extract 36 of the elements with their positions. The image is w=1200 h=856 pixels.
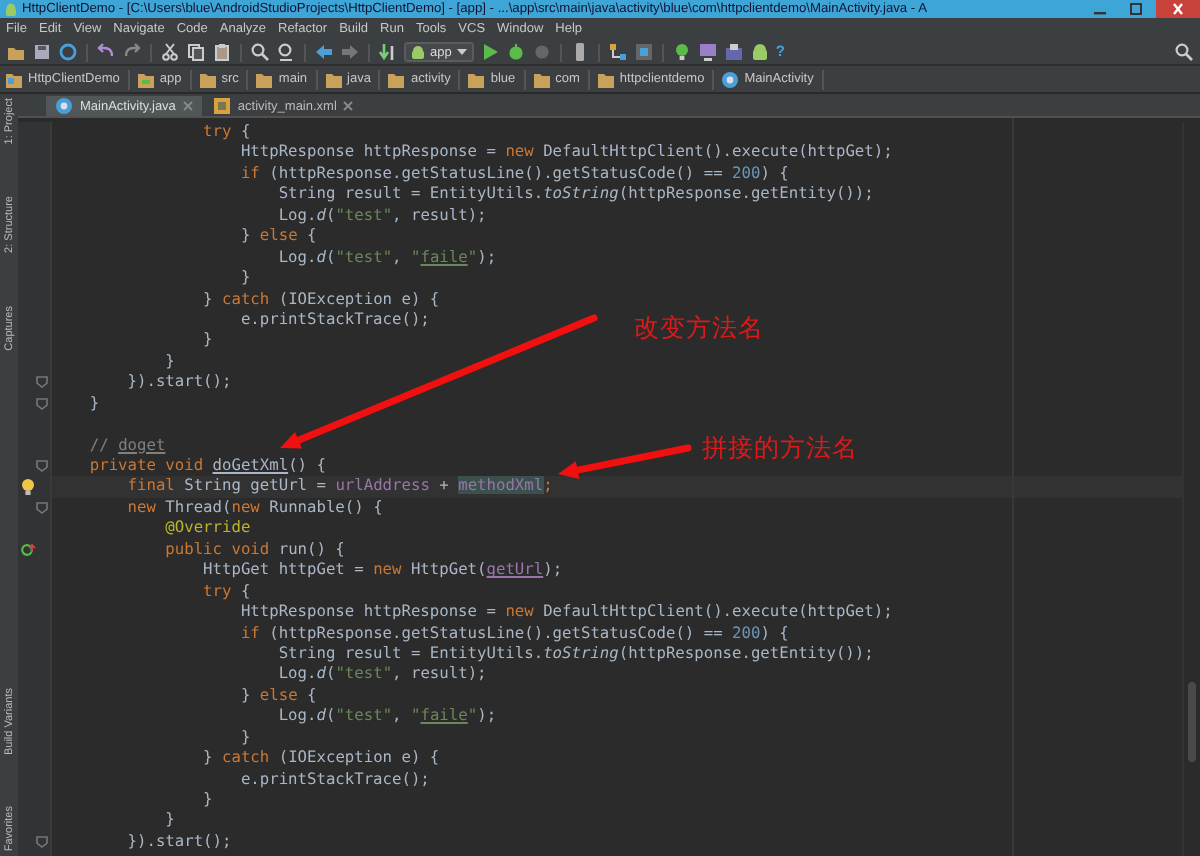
- monitor-icon[interactable]: [697, 42, 718, 62]
- replace-icon[interactable]: [276, 42, 296, 62]
- annotation-text: 改变方法名: [634, 314, 764, 342]
- lightbulb-icon[interactable]: [20, 478, 36, 497]
- debug-icon[interactable]: [505, 42, 526, 62]
- caret-icon[interactable]: [455, 46, 468, 58]
- fold-marker-icon[interactable]: [36, 460, 48, 472]
- android-icon[interactable]: [410, 44, 426, 60]
- lightbulb-icon[interactable]: [671, 42, 692, 62]
- class-icon[interactable]: [54, 96, 74, 116]
- close-icon[interactable]: [342, 100, 355, 112]
- xml-file-icon[interactable]: [211, 96, 232, 116]
- search-icon[interactable]: [250, 42, 270, 62]
- annotation-text: 拼接的方法名: [702, 434, 858, 462]
- sync-icon[interactable]: [58, 42, 78, 62]
- android-icon[interactable]: [749, 42, 770, 62]
- close-icon[interactable]: [1156, 0, 1200, 18]
- search-icon[interactable]: [1174, 42, 1194, 62]
- redo-icon[interactable]: [122, 42, 142, 62]
- scrollbar[interactable]: [1182, 122, 1200, 856]
- paste-icon[interactable]: [212, 42, 232, 62]
- override-marker-icon[interactable]: [20, 541, 36, 558]
- fold-marker-icon[interactable]: [36, 835, 48, 848]
- fold-marker-icon[interactable]: [36, 397, 48, 410]
- module-folder-icon[interactable]: [135, 69, 156, 89]
- class-icon[interactable]: [720, 69, 741, 89]
- undo-icon[interactable]: [96, 42, 116, 62]
- copy-icon[interactable]: [186, 42, 206, 62]
- back-arrow-icon[interactable]: [314, 42, 334, 62]
- structure-icon[interactable]: [607, 42, 628, 62]
- fold-marker-icon[interactable]: [36, 376, 48, 389]
- save-icon[interactable]: [32, 42, 52, 62]
- cut-icon[interactable]: [160, 42, 180, 62]
- project-folder-icon[interactable]: [4, 69, 24, 89]
- forward-arrow-icon[interactable]: [340, 42, 360, 62]
- fold-marker-icon[interactable]: [36, 501, 48, 514]
